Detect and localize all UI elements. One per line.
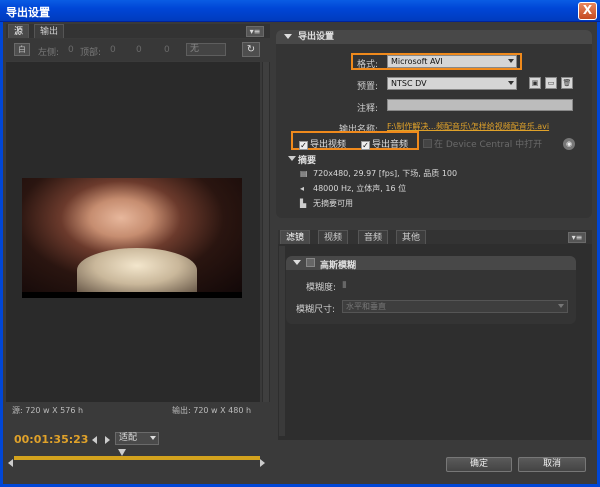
settings-tab-bar: 滤镜 视频 音频 其他 ▾≡ bbox=[278, 230, 592, 244]
work-area-start-handle[interactable] bbox=[8, 459, 13, 467]
crop-tool-icon[interactable]: 白 bbox=[14, 43, 30, 56]
preview-scrollbar[interactable] bbox=[262, 62, 270, 402]
blur-dimension-label: 模糊尺寸: bbox=[296, 305, 336, 315]
format-label: 格式: bbox=[356, 60, 378, 70]
ok-button[interactable]: 确定 bbox=[446, 457, 512, 472]
chevron-down-icon bbox=[150, 436, 156, 440]
device-central-checkbox[interactable]: 在 Device Central 中打开 bbox=[423, 137, 542, 150]
chevron-down-icon bbox=[508, 81, 514, 85]
export-video-label: 导出视频 bbox=[310, 140, 347, 150]
tab-audio[interactable]: 音频 bbox=[358, 230, 389, 244]
gaussian-blur-section: 高斯模糊 模糊度: ▮ 模糊尺寸: 水平和垂直 bbox=[286, 256, 576, 324]
checkbox-icon bbox=[423, 139, 432, 148]
panel-menu-icon[interactable]: ▾≡ bbox=[246, 26, 264, 37]
summary-audio-line: ◂ 48000 Hz, 立体声, 16 位 bbox=[300, 183, 406, 194]
preset-value: NTSC DV bbox=[391, 79, 427, 88]
export-audio-label: 导出音频 bbox=[372, 140, 409, 150]
format-value: Microsoft AVI bbox=[391, 57, 443, 66]
timecode-display[interactable]: 00:01:35:23 bbox=[14, 433, 88, 446]
set-in-point-icon[interactable] bbox=[92, 436, 97, 444]
tab-source[interactable]: 源 bbox=[8, 24, 30, 38]
crop-right-value[interactable]: 0 bbox=[136, 45, 142, 55]
chevron-down-icon bbox=[508, 59, 514, 63]
chart-icon: ▙ bbox=[300, 199, 307, 208]
summary-none-text: 无摘要可用 bbox=[313, 199, 353, 208]
collapse-triangle-icon[interactable] bbox=[284, 34, 292, 39]
video-preview bbox=[22, 178, 242, 298]
save-preset-icon[interactable]: ▣ bbox=[529, 77, 541, 89]
blur-dimension-select[interactable]: 水平和垂直 bbox=[342, 300, 568, 313]
tab-video[interactable]: 视频 bbox=[318, 230, 349, 244]
export-settings-title: 导出设置 bbox=[298, 32, 335, 42]
import-preset-icon[interactable]: ▭ bbox=[545, 77, 557, 89]
export-video-checkbox[interactable]: ✓ 导出视频 bbox=[299, 137, 346, 150]
crop-ratio-select[interactable]: 无 bbox=[186, 43, 226, 56]
settings-menu-icon[interactable]: ▾≡ bbox=[568, 232, 586, 243]
blur-dimension-value: 水平和垂直 bbox=[346, 302, 386, 311]
delete-preset-icon[interactable]: 🗑 bbox=[561, 77, 573, 89]
crop-bottom-value[interactable]: 0 bbox=[164, 45, 170, 55]
preset-label: 预置: bbox=[356, 82, 378, 92]
summary-collapse-icon[interactable] bbox=[288, 156, 296, 161]
crop-left-value[interactable]: 0 bbox=[68, 45, 74, 55]
preset-select[interactable]: NTSC DV bbox=[387, 77, 517, 90]
summary-none-line: ▙ 无摘要可用 bbox=[300, 198, 353, 209]
enable-filter-checkbox[interactable] bbox=[306, 258, 315, 267]
collapse-triangle-icon[interactable] bbox=[293, 260, 301, 265]
work-area-end-handle[interactable] bbox=[260, 459, 265, 467]
window-title: 导出设置 bbox=[6, 6, 50, 19]
zoom-fit-value: 适配 bbox=[119, 433, 138, 443]
close-button[interactable]: X bbox=[578, 2, 597, 20]
film-icon: ▤ bbox=[300, 169, 308, 178]
export-settings-header: 导出设置 bbox=[276, 30, 592, 44]
scrollbar-thumb[interactable] bbox=[263, 62, 269, 402]
tab-output[interactable]: 输出 bbox=[34, 24, 65, 38]
comment-input[interactable] bbox=[387, 99, 573, 111]
timeline-bar[interactable] bbox=[14, 456, 260, 460]
blur-amount-label: 模糊度: bbox=[306, 283, 337, 293]
summary-audio-text: 48000 Hz, 立体声, 16 位 bbox=[313, 184, 407, 193]
video-frame-detail bbox=[77, 248, 197, 292]
blur-amount-slider[interactable]: ▮ bbox=[342, 280, 347, 290]
title-bar: 导出设置 X bbox=[0, 0, 600, 22]
format-select[interactable]: Microsoft AVI bbox=[387, 55, 517, 68]
crop-top-label: 顶部: bbox=[80, 48, 102, 58]
filter-scrollbar[interactable] bbox=[279, 246, 285, 436]
gaussian-blur-header: 高斯模糊 bbox=[286, 256, 576, 271]
gaussian-blur-title: 高斯模糊 bbox=[320, 261, 357, 271]
check-icon: ✓ bbox=[299, 141, 308, 150]
left-tab-bar: 源 输出 ▾≡ bbox=[6, 24, 270, 38]
speaker-icon: ◂ bbox=[300, 184, 305, 193]
playhead-handle[interactable] bbox=[118, 449, 126, 456]
rotate-icon[interactable]: ↻ bbox=[242, 42, 260, 57]
crop-left-label: 左侧: bbox=[38, 48, 60, 58]
comment-label: 注释: bbox=[356, 104, 378, 114]
set-out-point-icon[interactable] bbox=[105, 436, 110, 444]
output-dimensions: 输出: 720 w X 480 h bbox=[172, 406, 252, 415]
tab-other[interactable]: 其他 bbox=[396, 230, 427, 244]
export-audio-checkbox[interactable]: ✓ 导出音频 bbox=[361, 137, 408, 150]
summary-video-text: 720x480, 29.97 [fps], 下场, 品质 100 bbox=[313, 169, 458, 178]
crop-toolbar: 白 左侧: 0 顶部: 0 0 0 无 ↻ bbox=[6, 39, 260, 61]
zoom-fit-select[interactable]: 适配 bbox=[115, 432, 159, 445]
source-dimensions: 源: 720 w X 576 h bbox=[12, 406, 84, 415]
tab-filters[interactable]: 滤镜 bbox=[280, 230, 311, 244]
device-central-label: 在 Device Central 中打开 bbox=[434, 140, 543, 150]
crop-top-value[interactable]: 0 bbox=[110, 45, 116, 55]
check-icon: ✓ bbox=[361, 141, 370, 150]
chevron-down-icon bbox=[558, 304, 564, 308]
cancel-button[interactable]: 取消 bbox=[518, 457, 586, 472]
info-icon[interactable]: ◉ bbox=[563, 138, 575, 150]
summary-title: 摘要 bbox=[298, 156, 317, 166]
summary-video-line: ▤ 720x480, 29.97 [fps], 下场, 品质 100 bbox=[300, 168, 457, 179]
